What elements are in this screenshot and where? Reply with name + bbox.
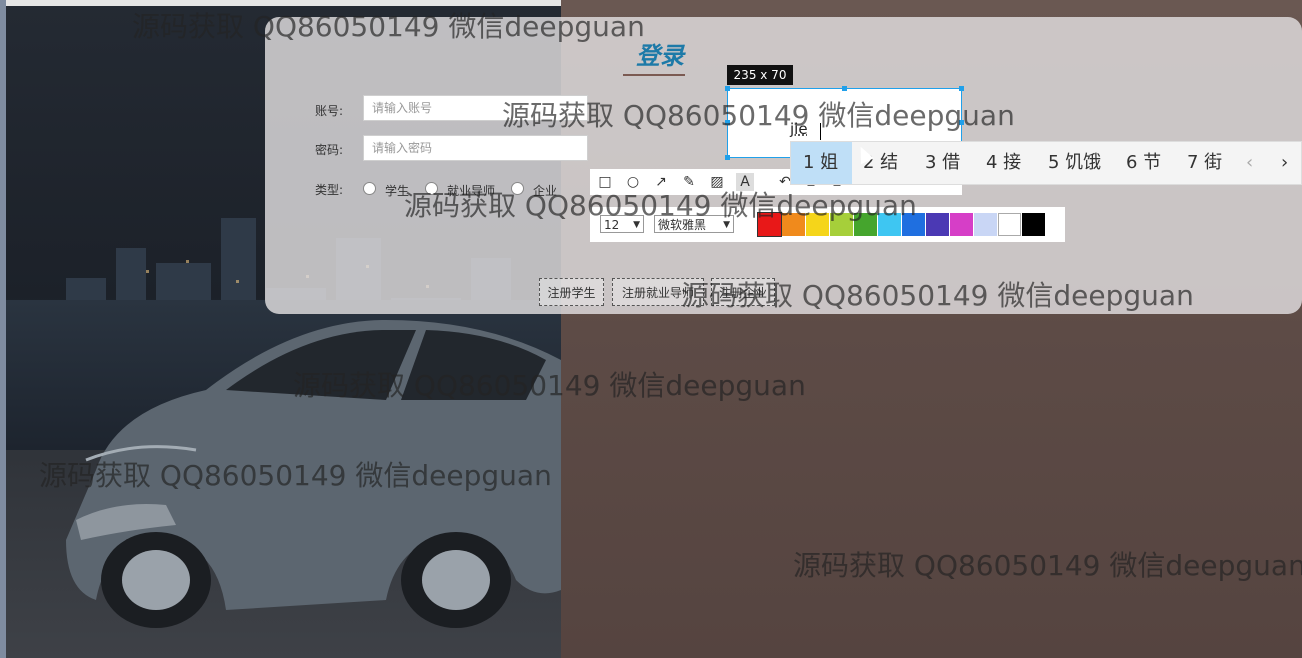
watermark-text: 源码获取 QQ86050149 微信deepguan [132, 10, 645, 43]
watermark-text: 源码获取 QQ86050149 微信deepguan [293, 369, 806, 402]
watermark-text: 源码获取 QQ86050149 微信deepguan [681, 279, 1194, 312]
title-underline [623, 74, 685, 76]
radio-student[interactable] [363, 182, 376, 195]
watermark-text: 源码获取 QQ86050149 微信deepguan [404, 189, 917, 222]
ime-candidate-7[interactable]: 7 街 [1187, 142, 1222, 184]
watermark-text: 源码获取 QQ86050149 微信deepguan [39, 459, 552, 492]
color-swatch[interactable] [998, 213, 1021, 236]
register-student-button[interactable]: 注册学生 [539, 278, 604, 306]
watermark-text: 源码获取 QQ86050149 微信deepguan [502, 99, 1015, 132]
selection-size-label: 235 x 70 [727, 65, 793, 85]
chevron-right-icon[interactable]: › [1281, 142, 1288, 184]
resize-handle-tl[interactable] [725, 86, 730, 91]
chevron-left-icon[interactable]: ‹ [1246, 142, 1253, 184]
resize-handle-tr[interactable] [959, 86, 964, 91]
color-swatch[interactable] [974, 213, 997, 236]
color-swatch[interactable] [1022, 213, 1045, 236]
ime-candidate-4[interactable]: 4 接 [986, 142, 1021, 184]
ime-candidate-3[interactable]: 3 借 [925, 142, 960, 184]
color-swatch[interactable] [950, 213, 973, 236]
type-label: 类型: [315, 183, 344, 197]
watermark-text: 源码获取 QQ86050149 微信deepguan [793, 549, 1302, 582]
password-label: 密码: [315, 143, 344, 157]
resize-handle-t[interactable] [842, 86, 847, 91]
ime-candidate-5[interactable]: 5 饥饿 [1048, 142, 1101, 184]
resize-handle-bl[interactable] [725, 155, 730, 160]
color-swatch[interactable] [926, 213, 949, 236]
ime-candidate-1[interactable]: 1 姐 [791, 142, 852, 184]
password-input[interactable]: 请输入密码 [363, 135, 588, 161]
window-edge [0, 0, 6, 658]
ime-candidate-6[interactable]: 6 节 [1126, 142, 1161, 184]
account-label: 账号: [315, 104, 344, 118]
